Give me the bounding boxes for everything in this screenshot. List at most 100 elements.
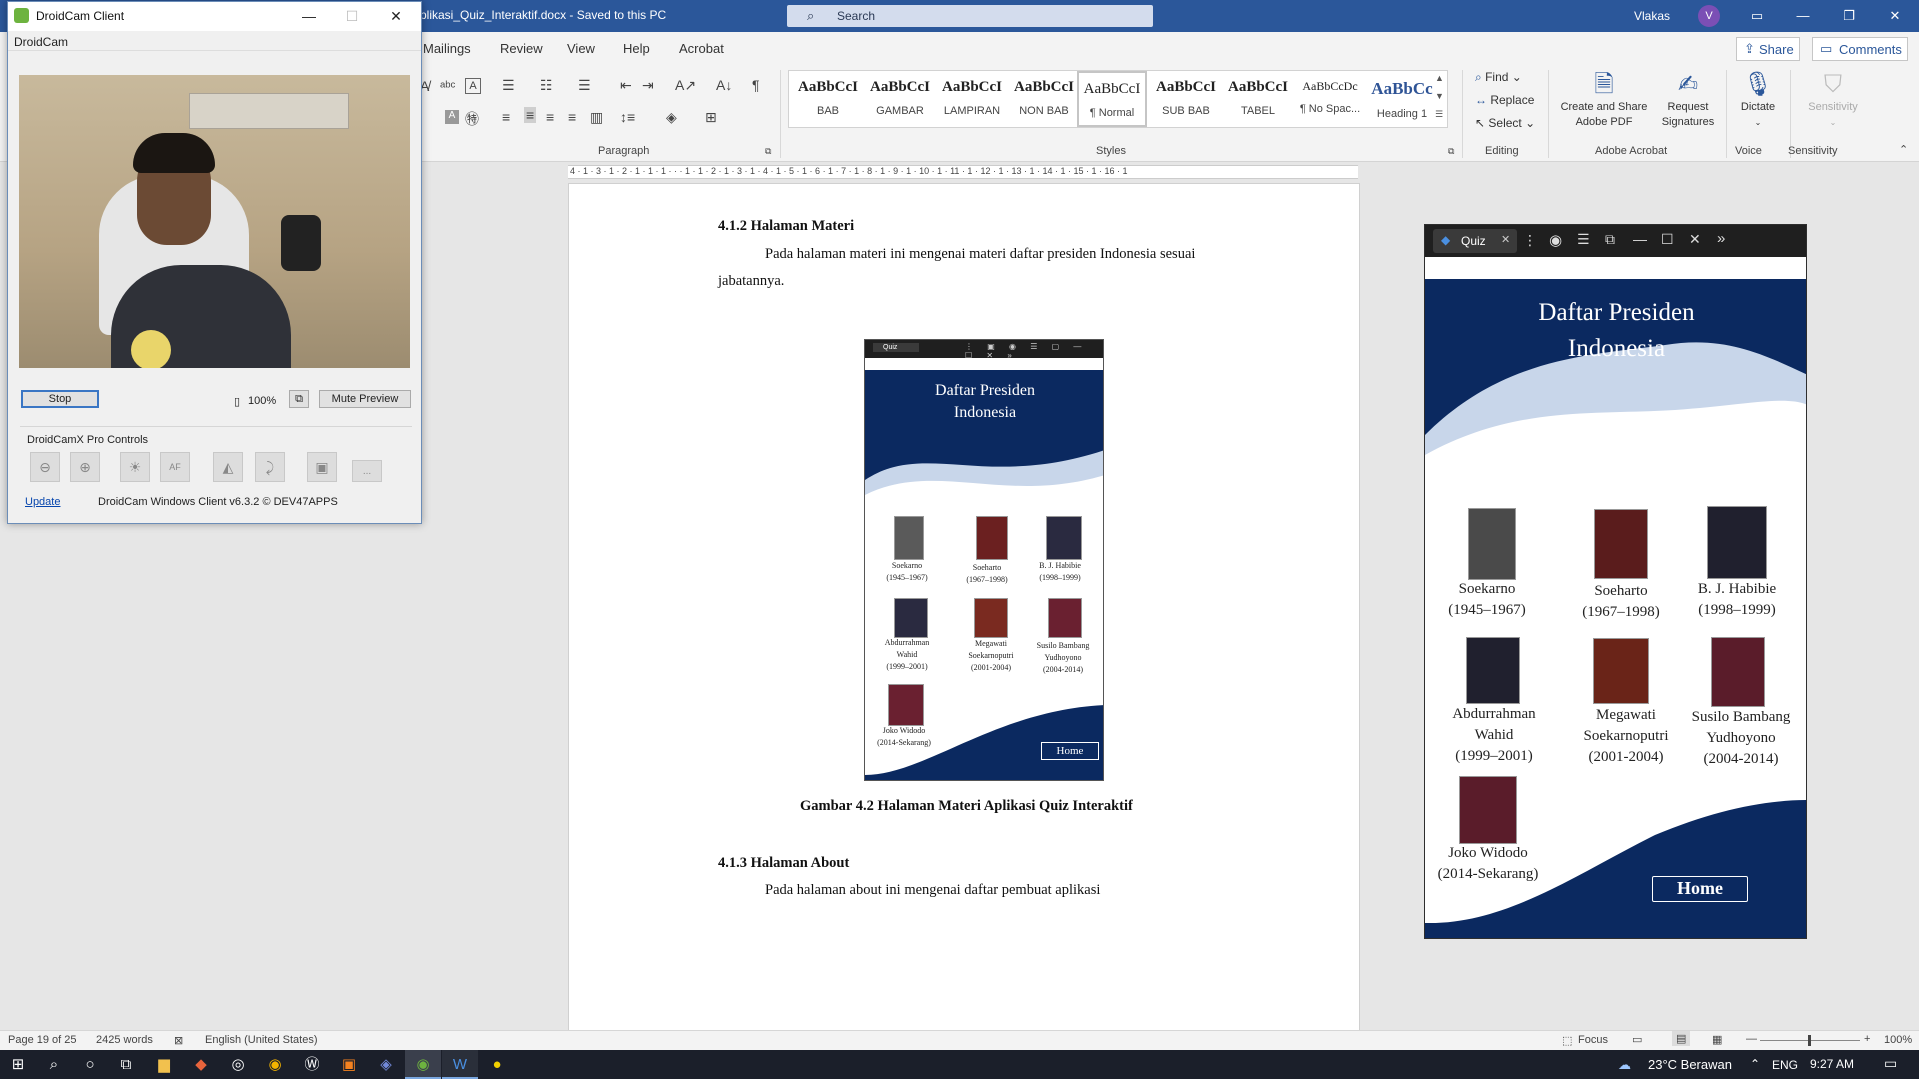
zoom-slider-thumb[interactable] [1808, 1035, 1811, 1046]
search-icon[interactable]: ⌕ [36, 1050, 72, 1079]
style-tabel[interactable]: AaBbCcI TABEL [1223, 71, 1293, 127]
style-bab[interactable]: AaBbCcI BAB [793, 71, 863, 127]
tab-mailings[interactable]: Mailings [423, 41, 471, 56]
sort-icon[interactable]: A↓ [716, 77, 732, 93]
zoom-percent[interactable]: 100% [1884, 1034, 1912, 1046]
distributed-icon[interactable]: ▥ [590, 109, 603, 126]
zoom-out-icon[interactable]: — [1746, 1033, 1757, 1045]
page-count[interactable]: Page 19 of 25 [8, 1034, 77, 1046]
app-icon[interactable]: ▣ [331, 1050, 367, 1079]
minimize-icon[interactable]: — [1780, 0, 1826, 32]
sensitivity-button[interactable]: ⛉ Sensitivity ⌄ [1794, 70, 1872, 130]
language[interactable]: English (United States) [205, 1034, 318, 1046]
window-mode-icon[interactable]: ⧉ [289, 390, 309, 408]
tab-review[interactable]: Review [500, 41, 543, 56]
style-lampiran[interactable]: AaBbCcI LAMPIRAN [937, 71, 1007, 127]
text-effects-icon[interactable]: ᵃᵇᶜ [440, 78, 455, 94]
gallery-up-icon[interactable]: ▲ [1435, 73, 1444, 83]
align-center-icon[interactable]: ≡ [524, 107, 537, 123]
discord-icon[interactable]: ◈ [368, 1050, 404, 1079]
maximize-icon[interactable]: ☐ [334, 2, 370, 30]
input-language[interactable]: ENG [1772, 1058, 1798, 1072]
rotate-icon[interactable]: ⤸ [255, 452, 285, 482]
stop-button[interactable]: Stop [21, 390, 99, 408]
home-button[interactable]: Home [1652, 876, 1748, 902]
flip-icon[interactable]: ◭ [213, 452, 243, 482]
tab-help[interactable]: Help [623, 41, 650, 56]
focus-button[interactable]: Focus [1578, 1034, 1608, 1046]
autofocus-button[interactable]: AF [160, 452, 190, 482]
zoom-in-icon[interactable]: ⊕ [70, 452, 100, 482]
replace-button[interactable]: ↔ Replace [1475, 93, 1534, 107]
more-button[interactable]: ... [352, 460, 382, 482]
weather-icon[interactable]: ☁ [1618, 1057, 1631, 1073]
notifications-icon[interactable]: ▭ [1884, 1055, 1897, 1072]
request-signatures-button[interactable]: ✍ Request Signatures [1654, 70, 1722, 130]
shading-icon[interactable]: ◈ [666, 109, 677, 126]
close-icon[interactable]: ✕ [1872, 0, 1918, 32]
tab-acrobat[interactable]: Acrobat [679, 41, 724, 56]
share-button[interactable]: ⇪ Share [1736, 37, 1800, 61]
more-menu-icon[interactable]: ⋮ [1523, 232, 1537, 249]
tray-expand-icon[interactable]: ⌃ [1750, 1057, 1760, 1071]
proofing-icon[interactable]: ⊠ [174, 1034, 183, 1047]
style-gambar[interactable]: AaBbCcI GAMBAR [865, 71, 935, 127]
file-explorer-icon[interactable]: ▆ [146, 1050, 182, 1079]
numbering-icon[interactable]: ☷ [540, 77, 553, 94]
app-icon[interactable]: ● [479, 1050, 515, 1079]
obs-icon[interactable]: ◎ [220, 1050, 256, 1079]
record-icon[interactable]: ▣ [307, 452, 337, 482]
brightness-icon[interactable]: ☀ [120, 452, 150, 482]
menu-icon[interactable]: ☰ [1577, 231, 1590, 248]
snip-icon[interactable]: ⧉ [1605, 231, 1615, 248]
dictate-button[interactable]: 🎙 Dictate ⌄ [1730, 70, 1786, 130]
app-icon[interactable]: Ⓦ [294, 1050, 330, 1079]
word-count[interactable]: 2425 words [96, 1034, 153, 1046]
horizontal-ruler[interactable]: 4 · 1 · 3 · 1 · 2 · 1 · 1 · 1 · · · 1 · … [568, 165, 1358, 179]
multilevel-list-icon[interactable]: ☰ [578, 77, 591, 94]
style-non-bab[interactable]: AaBbCcI NON BAB [1009, 71, 1079, 127]
read-mode-icon[interactable]: ▭ [1632, 1033, 1642, 1046]
ribbon-display-icon[interactable]: ▭ [1734, 0, 1780, 32]
clock[interactable]: 9:27 AM [1810, 1057, 1854, 1071]
align-right-icon[interactable]: ≡ [546, 109, 554, 125]
create-pdf-button[interactable]: 🗎 Create and Share Adobe PDF [1556, 70, 1652, 130]
char-shading-icon[interactable]: A [445, 110, 459, 124]
gallery-more-icon[interactable]: ☰ [1435, 109, 1443, 120]
style-sub-bab[interactable]: AaBbCcI SUB BAB [1151, 71, 1221, 127]
paragraph-launcher-icon[interactable]: ⧉ [765, 146, 771, 157]
maximize-icon[interactable]: ☐ [1661, 231, 1674, 248]
collapse-ribbon-icon[interactable]: ⌃ [1899, 143, 1908, 156]
windows-start-icon[interactable]: ⊞ [0, 1050, 36, 1079]
minimize-icon[interactable]: — [1633, 231, 1647, 247]
select-button[interactable]: ↖ Select ⌄ [1475, 116, 1535, 130]
search-box[interactable]: ⌕ Search [787, 5, 1153, 27]
zoom-out-icon[interactable]: ⊖ [30, 452, 60, 482]
tab-view[interactable]: View [567, 41, 595, 56]
style-no-spacing[interactable]: AaBbCcDc ¶ No Spac... [1295, 71, 1365, 127]
justify-icon[interactable]: ≡ [568, 109, 576, 125]
update-link[interactable]: Update [25, 496, 60, 508]
align-left-icon[interactable]: ≡ [502, 109, 510, 125]
zoom-in-icon[interactable]: + [1864, 1033, 1870, 1045]
increase-indent-icon[interactable]: ⇥ [642, 77, 654, 94]
task-view-icon[interactable]: ⧉ [108, 1050, 144, 1079]
comments-button[interactable]: ▭ Comments [1812, 37, 1908, 61]
cortana-icon[interactable]: ○ [72, 1050, 108, 1079]
restore-icon[interactable]: ❐ [1826, 0, 1872, 32]
decrease-indent-icon[interactable]: ⇤ [620, 77, 632, 94]
minimize-icon[interactable]: — [291, 2, 327, 30]
mute-preview-button[interactable]: Mute Preview [319, 390, 411, 408]
user-name[interactable]: Vlakas [1634, 9, 1670, 23]
find-button[interactable]: ⌕ Find ⌄ [1475, 70, 1522, 85]
close-icon[interactable]: ✕ [1689, 231, 1701, 248]
quiz-tab[interactable]: ◆ Quiz ✕ [1433, 229, 1517, 253]
profile-icon[interactable]: ◉ [1549, 231, 1562, 249]
close-icon[interactable]: ✕ [378, 2, 414, 30]
web-layout-icon[interactable]: ▦ [1712, 1033, 1722, 1046]
asian-layout-icon[interactable]: A↗ [675, 77, 696, 94]
pilcrow-icon[interactable]: ¶ [752, 77, 760, 93]
droidcam-icon[interactable]: ◉ [405, 1050, 441, 1079]
avatar[interactable]: V [1698, 5, 1720, 27]
style-normal[interactable]: AaBbCcI ¶ Normal [1077, 71, 1147, 127]
